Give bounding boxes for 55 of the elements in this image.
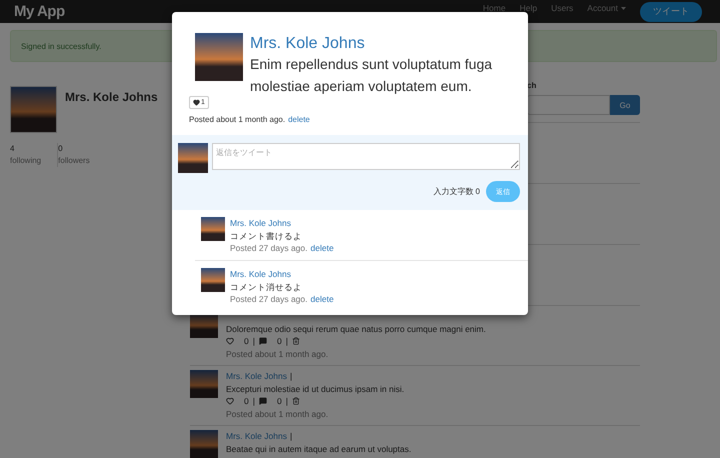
like-count: 0	[244, 395, 249, 408]
delete-link[interactable]: delete	[310, 242, 334, 254]
trash-icon[interactable]	[292, 397, 300, 406]
post-timestamp: Posted about 1 month ago.	[226, 408, 328, 420]
author-link[interactable]: Mrs. Kole Johns	[230, 268, 291, 280]
author-link[interactable]: Mrs. Kole Johns	[250, 35, 511, 53]
comment-text: コメント消せるよ	[230, 280, 302, 293]
nav-link[interactable]: Users	[551, 4, 574, 12]
avatar-image	[195, 33, 243, 81]
profile-name: Mrs. Kole Johns	[65, 89, 158, 106]
nav-link[interactable]: Account	[587, 4, 626, 12]
separator: |	[286, 395, 288, 408]
char-counter: 入力文字数 0	[433, 186, 480, 197]
search-field[interactable]	[527, 95, 610, 115]
brand-logo[interactable]: My App	[14, 3, 65, 20]
reply-field[interactable]: 返信をツイート	[212, 143, 520, 170]
delete-link[interactable]: delete	[288, 115, 310, 124]
comment-icon[interactable]	[258, 337, 267, 346]
comment-text: コメント書けるよ	[230, 230, 302, 242]
tweet-button[interactable]: ツイート	[640, 2, 702, 22]
trash-icon[interactable]	[292, 337, 300, 346]
separator: |	[290, 370, 292, 382]
stat-label: following	[10, 155, 42, 167]
stat-count: 0	[58, 143, 64, 155]
go-button[interactable]: Go	[610, 95, 640, 115]
stat-label: followers	[58, 155, 90, 167]
delete-link[interactable]: delete	[310, 293, 334, 306]
comment-count: 0	[276, 335, 282, 348]
comment-icon[interactable]	[258, 397, 267, 406]
nav-link[interactable]: Help	[520, 4, 538, 12]
caret-icon	[621, 6, 626, 10]
separator: |	[252, 335, 255, 348]
comment-count: 0	[276, 395, 282, 408]
post-text: Doloremque odio sequi rerum quae natus porro cumque magni enim.	[226, 322, 486, 335]
like-count: 0	[244, 335, 249, 348]
separator: |	[290, 430, 292, 442]
post-text: Excepturi molestiae id ut ducimus ipsam in nisi.	[226, 382, 404, 395]
avatar-image	[201, 217, 225, 241]
comment-timestamp: Posted 27 days ago.	[230, 242, 308, 254]
separator: |	[252, 395, 255, 408]
post-text: Beatae qui in autem itaque ad earum ut voluptas.	[226, 442, 412, 455]
avatar-image	[10, 86, 57, 133]
post-timestamp: Posted about 1 month ago.	[189, 115, 286, 124]
separator: |	[286, 335, 288, 348]
avatar-image	[190, 370, 218, 398]
stat-count: 4	[10, 143, 16, 155]
author-link[interactable]: Mrs. Kole Johns	[230, 217, 291, 230]
author-link[interactable]: Mrs. Kole Johns	[226, 370, 287, 382]
avatar-image	[190, 430, 218, 458]
author-link[interactable]: Mrs. Kole Johns	[226, 430, 287, 442]
comment-timestamp: Posted 27 days ago.	[230, 293, 308, 306]
post-timestamp: Posted about 1 month ago.	[226, 348, 328, 360]
avatar-image	[201, 268, 225, 292]
nav-link[interactable]: Home	[482, 4, 506, 12]
avatar-image	[178, 143, 208, 173]
